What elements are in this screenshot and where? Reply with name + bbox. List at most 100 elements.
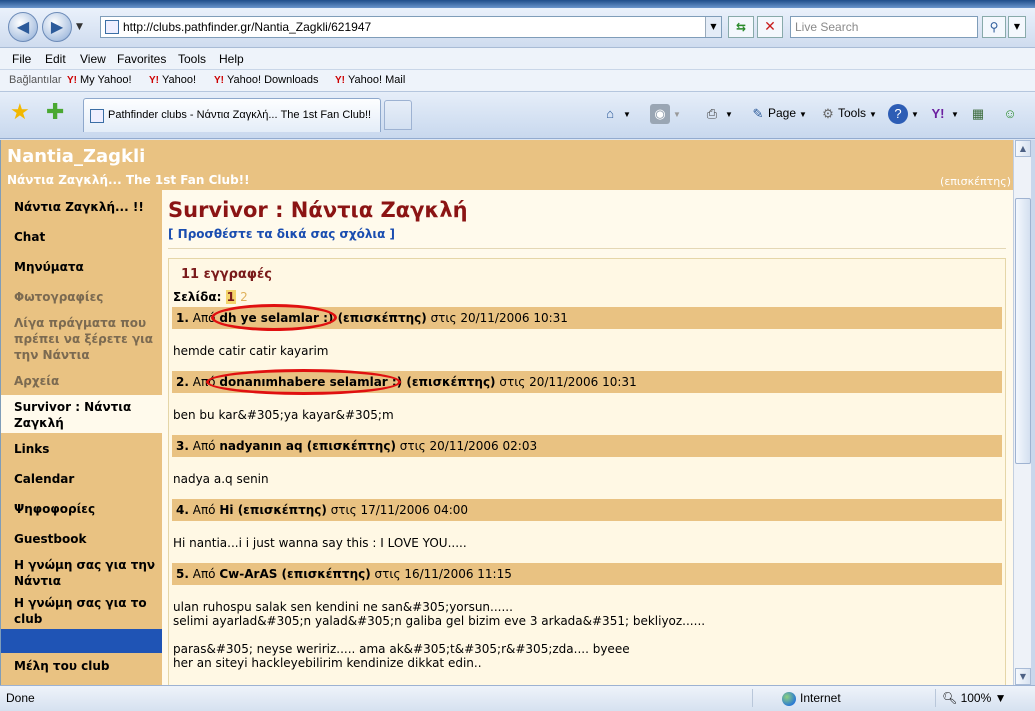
messenger-button[interactable]: ☺ [1000, 104, 1020, 124]
scroll-down-icon[interactable]: ▼ [1015, 668, 1031, 685]
zoom-control[interactable]: 🔍︎ 100% ▼ [942, 691, 1007, 705]
entry-header: 4. Από Hi (επισκέπτης) στις 17/11/2006 0… [172, 499, 1002, 521]
printer-icon: ⎙ [706, 106, 718, 121]
highlight-ellipse [206, 369, 401, 395]
feeds-button[interactable]: ◉ ▼ [650, 104, 681, 124]
page-icon: ✎ [752, 106, 764, 121]
stop-button[interactable]: ✕ [757, 16, 783, 38]
sidebar-item-files[interactable]: Αρχεία [14, 373, 159, 389]
tab-command-bar: ★ ✚ Pathfinder clubs - Νάντια Ζαγκλή... … [0, 92, 1035, 139]
menu-edit[interactable]: Edit [45, 52, 66, 66]
scroll-up-icon[interactable]: ▲ [1015, 140, 1031, 157]
back-button[interactable]: ◀ [8, 12, 38, 42]
page-menu-label: Page [768, 106, 797, 121]
yahoo-toolbar-button[interactable]: Y! ▼ [928, 104, 959, 124]
yahoo-icon: Y! [149, 75, 159, 86]
visitor-label: (επισκέπτης) [940, 175, 1011, 188]
entry-date: 20/11/2006 02:03 [429, 439, 538, 453]
tab-title: Pathfinder clubs - Νάντια Ζαγκλή... The … [108, 109, 372, 121]
sidebar-item-photos[interactable]: Φωτογραφίες [14, 289, 159, 305]
home-icon: ⌂ [606, 106, 614, 121]
pager-page-link[interactable]: 2 [240, 290, 248, 304]
entry-at-word: στις [330, 503, 357, 517]
scroll-thumb[interactable] [1015, 198, 1031, 464]
entry-body: hemde catir catir kayarim [173, 344, 329, 358]
security-zone[interactable]: Internet [782, 691, 841, 706]
refresh-button[interactable]: ⇆ [728, 16, 754, 38]
entry-body: ben bu kar&#305;ya kayar&#305;m [173, 408, 394, 422]
entry-at-word: στις [374, 567, 401, 581]
yahoo-icon: Y! [214, 75, 224, 86]
link-yahoo-downloads[interactable]: Y! Yahoo! Downloads [214, 74, 319, 86]
entry-date: 20/11/2006 10:31 [529, 375, 637, 389]
entry-author: Cw-ArAS (επισκέπτης) [219, 567, 371, 581]
sidebar-item-messages[interactable]: Μηνύματα [14, 259, 159, 275]
entry-body: nadya a.q senin [173, 472, 269, 486]
entry-number: 5. [176, 567, 189, 581]
sidebar-item-chat[interactable]: Chat [14, 229, 159, 245]
sidebar-item-opinion-nantia[interactable]: Η γνώμη σας για την Νάντια [14, 557, 159, 589]
menu-view[interactable]: View [80, 52, 106, 66]
sidebar-item-survivor[interactable]: Survivor : Νάντια Ζαγκλή [14, 399, 159, 431]
site-header: Nantia_Zagkli Νάντια Ζαγκλή... The 1st F… [1, 140, 1013, 190]
sidebar-item-links[interactable]: Links [14, 441, 159, 457]
search-input[interactable]: Live Search [790, 16, 978, 38]
tools-menu[interactable]: ⚙ Tools ▼ [818, 104, 877, 124]
tab-current[interactable]: Pathfinder clubs - Νάντια Ζαγκλή... The … [83, 98, 381, 132]
favorites-center-icon[interactable]: ★ [10, 102, 30, 124]
pager: Σελίδα: 1 2 [173, 290, 248, 304]
print-button[interactable]: ⎙ ▼ [702, 104, 733, 124]
menu-bar: File Edit View Favorites Tools Help [0, 48, 1035, 70]
menu-help[interactable]: Help [219, 52, 244, 66]
page-viewport: Nantia_Zagkli Νάντια Ζαγκλή... The 1st F… [0, 140, 1013, 685]
home-button[interactable]: ⌂ ▼ [600, 104, 631, 124]
sidebar: Νάντια Ζαγκλή... !! Chat Μηνύματα Φωτογρ… [1, 190, 162, 685]
status-divider [752, 689, 753, 707]
new-tab-button[interactable] [384, 100, 412, 130]
search-options-dropdown-icon[interactable]: ▼ [1008, 16, 1026, 38]
link-yahoo[interactable]: Y! Yahoo! [149, 74, 196, 86]
address-text[interactable]: http://clubs.pathfinder.gr/Nantia_Zagkli… [123, 20, 371, 34]
rss-icon: ◉ [650, 104, 670, 124]
search-icon[interactable]: ⚲ [982, 16, 1006, 38]
sidebar-blue-bar [1, 629, 162, 653]
add-comments-link[interactable]: [ Προσθέστε τα δικά σας σχόλια ] [168, 227, 395, 241]
menu-favorites[interactable]: Favorites [117, 52, 166, 66]
help-button[interactable]: ? ▼ [888, 104, 919, 124]
add-favorite-icon[interactable]: ✚ [46, 102, 64, 124]
address-bar[interactable]: http://clubs.pathfinder.gr/Nantia_Zagkli… [100, 16, 722, 38]
sidebar-item-opinion-club[interactable]: Η γνώμη σας για το club [14, 595, 159, 627]
address-dropdown-icon[interactable]: ▼ [705, 17, 721, 37]
history-dropdown-icon[interactable]: ▼ [76, 22, 83, 32]
entry-body: ulan ruhospu salak sen kendini ne san&#3… [173, 600, 706, 670]
gear-icon: ⚙ [822, 106, 834, 121]
page-menu[interactable]: ✎ Page ▼ [748, 104, 807, 124]
sidebar-item-calendar[interactable]: Calendar [14, 471, 159, 487]
link-my-yahoo[interactable]: Y! My Yahoo! [67, 74, 132, 86]
window-title-bar [0, 0, 1035, 8]
divider [168, 248, 1006, 249]
tab-page-icon [90, 109, 104, 123]
sidebar-item-members[interactable]: Μέλη του club [14, 658, 159, 674]
sidebar-item-guestbook[interactable]: Guestbook [14, 531, 159, 547]
sidebar-item-home[interactable]: Νάντια Ζαγκλή... !! [14, 199, 159, 215]
research-button[interactable]: ▦ [968, 104, 988, 124]
entry-number: 1. [176, 311, 189, 325]
pager-label: Σελίδα: [173, 290, 222, 304]
entry-at-word: στις [430, 311, 457, 325]
links-bar: Bağlantılar Y! My Yahoo! Y! Yahoo! Y! Yahoo… [0, 70, 1035, 92]
menu-tools[interactable]: Tools [178, 52, 206, 66]
entry-number: 2. [176, 375, 189, 389]
zoom-icon: 🔍︎ [942, 691, 961, 705]
link-yahoo-mail[interactable]: Y! Yahoo! Mail [335, 74, 405, 86]
link-my-yahoo-label: My Yahoo! [80, 74, 132, 86]
sidebar-item-about-nantia[interactable]: Λίγα πράγματα που πρέπει να ξέρετε για τ… [14, 315, 159, 363]
vertical-scrollbar[interactable]: ▲ ▼ [1013, 140, 1031, 685]
page-title: Survivor : Νάντια Ζαγκλή [168, 198, 468, 222]
links-label: Bağlantılar [9, 74, 62, 86]
sidebar-item-polls[interactable]: Ψηφοφορίες [14, 501, 159, 517]
menu-file[interactable]: File [12, 52, 31, 66]
forward-button[interactable]: ▶ [42, 12, 72, 42]
site-title[interactable]: Nantia_Zagkli [7, 146, 145, 167]
entry-from-word: Από [192, 567, 216, 581]
